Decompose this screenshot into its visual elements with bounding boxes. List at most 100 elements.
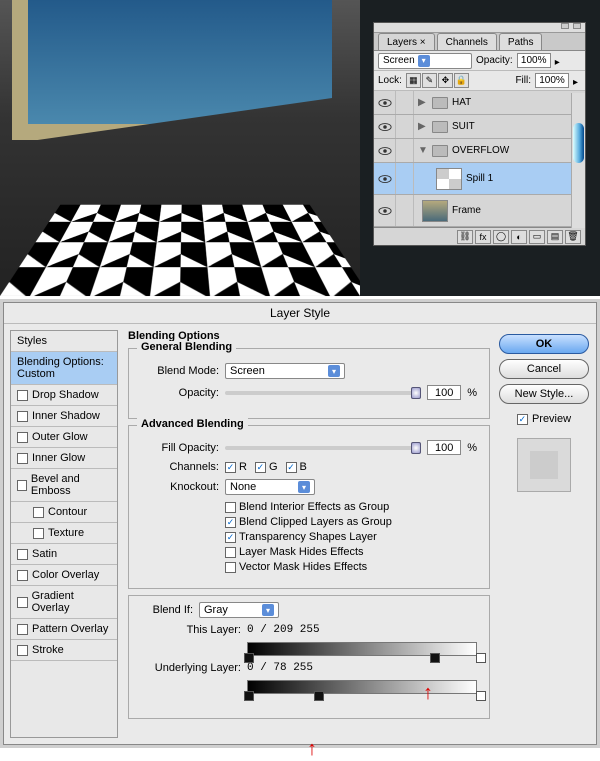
tab-channels[interactable]: Channels (437, 33, 497, 50)
lock-position-icon[interactable]: ✥ (438, 73, 453, 88)
blend-if-channel-select[interactable]: Gray▾ (199, 602, 279, 618)
sidebar-satin[interactable]: Satin (11, 544, 117, 565)
disclosure-icon[interactable]: ▶ (418, 97, 428, 108)
folder-icon (432, 121, 448, 133)
close-icon[interactable] (573, 23, 581, 29)
layers-panel: Layers × Channels Paths Screen▾ Opacity:… (373, 22, 586, 246)
sidebar-drop-shadow[interactable]: Drop Shadow (11, 385, 117, 406)
checkbox[interactable] (17, 570, 28, 581)
white-stop-split[interactable] (430, 653, 440, 663)
layer-mask-hides-checkbox[interactable] (225, 547, 236, 558)
styles-header[interactable]: Styles (11, 331, 117, 352)
sidebar-bevel-emboss[interactable]: Bevel and Emboss (11, 469, 117, 502)
checkbox[interactable] (17, 624, 28, 635)
opacity-slider[interactable] (225, 391, 421, 395)
vector-mask-hides-checkbox[interactable] (225, 562, 236, 573)
white-stop[interactable] (476, 691, 486, 701)
checkerboard-floor (0, 205, 370, 296)
minimize-icon[interactable] (561, 23, 569, 29)
checkbox[interactable] (33, 528, 44, 539)
fill-opacity-value[interactable]: 100 (427, 440, 461, 455)
opacity-value[interactable]: 100 (427, 385, 461, 400)
blend-mode-dropdown[interactable]: Screen▾ (378, 53, 472, 69)
visibility-icon[interactable] (374, 163, 396, 194)
blend-mode-select[interactable]: Screen▾ (225, 363, 345, 379)
disclosure-icon[interactable]: ▼ (418, 145, 428, 156)
this-layer-gradient[interactable] (247, 642, 477, 656)
black-stop[interactable] (244, 653, 254, 663)
opacity-flyout-icon[interactable]: ▸ (555, 57, 563, 65)
sidebar-inner-shadow[interactable]: Inner Shadow (11, 406, 117, 427)
annotation-arrow-icon: ↑ (307, 738, 317, 761)
black-stop-split[interactable] (314, 691, 324, 701)
layer-thumbnail[interactable] (436, 168, 462, 190)
fill-opacity-slider[interactable] (225, 446, 421, 450)
adjustment-icon[interactable]: ◐ (511, 230, 527, 244)
transparency-shapes-checkbox[interactable]: ✓ (225, 532, 236, 543)
panel-window-controls (374, 23, 585, 33)
layer-frame[interactable]: Frame (374, 195, 585, 227)
opacity-input[interactable]: 100% (517, 53, 551, 68)
fill-input[interactable]: 100% (535, 73, 569, 88)
disclosure-icon[interactable]: ▶ (418, 121, 428, 132)
new-group-icon[interactable]: ▭ (529, 230, 545, 244)
fill-flyout-icon[interactable]: ▸ (573, 77, 581, 85)
visibility-icon[interactable] (374, 115, 396, 138)
tab-layers[interactable]: Layers × (378, 33, 435, 50)
layer-spill1[interactable]: Spill 1 (374, 163, 585, 195)
blend-interior-checkbox[interactable] (225, 502, 236, 513)
sidebar-stroke[interactable]: Stroke (11, 640, 117, 661)
layer-group-suit[interactable]: ▶SUIT (374, 115, 585, 139)
checkbox[interactable] (17, 480, 27, 491)
sidebar-texture[interactable]: Texture (11, 523, 117, 544)
channel-g-checkbox[interactable]: ✓ (255, 462, 266, 473)
lock-all-icon[interactable]: 🔒 (454, 73, 469, 88)
mask-icon[interactable]: ◯ (493, 230, 509, 244)
blend-clipped-checkbox[interactable]: ✓ (225, 517, 236, 528)
knockout-select[interactable]: None▾ (225, 479, 315, 495)
link-layers-icon[interactable]: ⛓ (457, 230, 473, 244)
underlying-gradient[interactable] (247, 680, 477, 694)
visibility-icon[interactable] (374, 91, 396, 114)
layer-group-hat[interactable]: ▶HAT (374, 91, 585, 115)
fx-icon[interactable]: fx (475, 230, 491, 244)
sidebar-inner-glow[interactable]: Inner Glow (11, 448, 117, 469)
this-layer-label: This Layer: (141, 624, 241, 636)
new-layer-icon[interactable]: ▤ (547, 230, 563, 244)
sidebar-color-overlay[interactable]: Color Overlay (11, 565, 117, 586)
fill-label: Fill: (515, 75, 531, 86)
channel-b-checkbox[interactable]: ✓ (286, 462, 297, 473)
sidebar-outer-glow[interactable]: Outer Glow (11, 427, 117, 448)
sidebar-gradient-overlay[interactable]: Gradient Overlay (11, 586, 117, 619)
checkbox[interactable] (17, 645, 28, 656)
checkbox[interactable] (17, 432, 28, 443)
visibility-icon[interactable] (374, 139, 396, 162)
visibility-icon[interactable] (374, 195, 396, 226)
sidebar-contour[interactable]: Contour (11, 502, 117, 523)
preview-toggle[interactable]: ✓Preview (517, 413, 571, 425)
underlying-values: 0 / 78 255 (247, 662, 313, 674)
channel-r-checkbox[interactable]: ✓ (225, 462, 236, 473)
layer-group-overflow[interactable]: ▼OVERFLOW (374, 139, 585, 163)
sidebar-blending-options[interactable]: Blending Options: Custom (11, 352, 117, 385)
black-stop[interactable] (244, 691, 254, 701)
lock-buttons: ▦ ✎ ✥ 🔒 (406, 73, 469, 88)
cancel-button[interactable]: Cancel (499, 359, 589, 379)
checkbox[interactable] (33, 507, 44, 518)
white-stop[interactable] (476, 653, 486, 663)
checkbox[interactable] (17, 453, 28, 464)
tab-paths[interactable]: Paths (499, 33, 543, 50)
lock-transparent-icon[interactable]: ▦ (406, 73, 421, 88)
preview-checkbox[interactable]: ✓ (517, 414, 528, 425)
checkbox[interactable] (17, 549, 28, 560)
checkbox[interactable] (17, 390, 28, 401)
checkbox[interactable] (17, 597, 28, 608)
trash-icon[interactable]: 🗑 (565, 230, 581, 244)
layer-thumbnail[interactable] (422, 200, 448, 222)
lock-pixels-icon[interactable]: ✎ (422, 73, 437, 88)
panel-scrollbar[interactable] (571, 93, 585, 228)
ok-button[interactable]: OK (499, 334, 589, 354)
sidebar-pattern-overlay[interactable]: Pattern Overlay (11, 619, 117, 640)
checkbox[interactable] (17, 411, 28, 422)
new-style-button[interactable]: New Style... (499, 384, 589, 404)
